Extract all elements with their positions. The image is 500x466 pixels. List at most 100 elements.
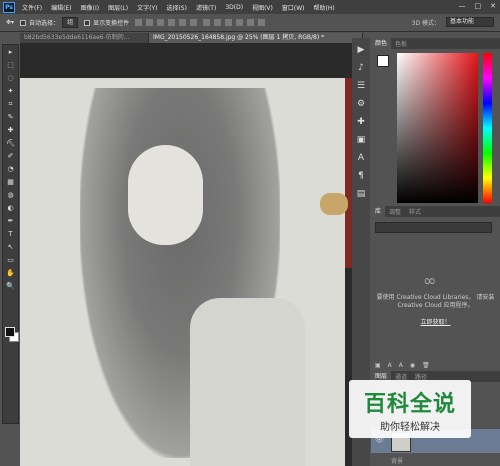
add-character-style-icon[interactable]: A	[388, 362, 392, 369]
hand-tool-icon[interactable]: ✋	[5, 268, 16, 279]
options-bar: ✥▾ 自动选择： 组 显示变换控件 3D 模式： 基本功能	[0, 14, 500, 32]
paragraph-icon[interactable]: ¶	[355, 170, 367, 182]
menu-view[interactable]: 视图(V)	[252, 3, 273, 12]
library-dropdown[interactable]	[375, 222, 492, 233]
canvas-area[interactable]	[20, 43, 363, 466]
healing-brush-tool-icon[interactable]: ✚	[5, 125, 16, 136]
move-tool-icon: ✥▾	[6, 19, 15, 26]
add-icon[interactable]: ✚	[355, 116, 367, 128]
dodge-tool-icon[interactable]: ◐	[5, 203, 16, 214]
sketch-face	[128, 145, 203, 245]
color-swatches[interactable]	[5, 327, 19, 342]
add-color-icon[interactable]: ◉	[410, 362, 415, 369]
show-transform-option[interactable]: 显示变换控件	[84, 18, 129, 27]
auto-select-option[interactable]: 自动选择： 组	[20, 17, 79, 28]
menu-select[interactable]: 选择(S)	[166, 3, 187, 12]
menu-window[interactable]: 窗口(W)	[282, 3, 305, 12]
history-brush-tool-icon[interactable]: ◔	[5, 164, 16, 175]
panel-foreground-swatch[interactable]	[377, 55, 389, 67]
add-text-icon[interactable]: A	[399, 362, 403, 369]
get-now-link[interactable]: 立即获取！	[375, 317, 496, 326]
align-center-icon[interactable]	[179, 19, 187, 26]
move-tool-preset[interactable]: ✥▾	[6, 19, 14, 26]
align-top-icon[interactable]	[135, 19, 143, 26]
menu-file[interactable]: 文件(F)	[22, 3, 42, 12]
align-left-icon[interactable]	[168, 19, 176, 26]
marquee-tool-icon[interactable]: ⬚	[5, 60, 16, 71]
menu-filter[interactable]: 滤镜(T)	[196, 3, 216, 12]
background-layer-label: 背景	[391, 458, 404, 465]
close-icon[interactable]: ✕	[490, 2, 496, 10]
photoshop-window: Ps 文件(F) 编辑(E) 图像(I) 图层(L) 文字(Y) 选择(S) 滤…	[0, 0, 500, 466]
watermark-logo: 百科全说 助你轻松解决	[349, 380, 471, 438]
menu-bar: Ps 文件(F) 编辑(E) 图像(I) 图层(L) 文字(Y) 选择(S) 滤…	[0, 0, 500, 14]
tab-swatches[interactable]: 色板	[391, 39, 411, 48]
photoshop-logo-icon: Ps	[3, 1, 15, 13]
settings-icon[interactable]: ⚙	[355, 98, 367, 110]
distribute-bottom-icon[interactable]	[225, 19, 233, 26]
auto-select-label: 自动选择：	[29, 20, 60, 27]
distribute-center-icon[interactable]	[247, 19, 255, 26]
minimize-icon[interactable]: —	[459, 2, 466, 10]
menu-help[interactable]: 帮助(H)	[314, 3, 335, 12]
eyedropper-tool-icon[interactable]: ✎	[5, 112, 16, 123]
type-tool-icon[interactable]: T	[5, 229, 16, 240]
distribute-middle-icon[interactable]	[214, 19, 222, 26]
libraries-message: 要使用 Creative Cloud Libraries， 请安装 Creati…	[376, 294, 495, 309]
eraser-tool-icon[interactable]: ▦	[5, 177, 16, 188]
color-panel: 颜色 色板	[371, 38, 500, 206]
watermark-subtitle: 助你轻松解决	[380, 422, 440, 433]
distribute-left-icon[interactable]	[236, 19, 244, 26]
tools-panel: ▸ ⬚ ◌ ✦ ⌗ ✎ ✚ ⛏ ✐ ◔ ▦ ◍ ◐ ✒ T ↖ ▭ ✋ 🔍	[2, 44, 19, 424]
brush-tool-icon[interactable]: ⛏	[5, 138, 16, 149]
auto-select-dropdown[interactable]: 组	[62, 17, 79, 28]
menu-3d[interactable]: 3D(D)	[225, 4, 243, 11]
crop-tool-icon[interactable]: ⌗	[5, 99, 16, 110]
color-picker-field[interactable]	[397, 53, 478, 203]
color-panel-tabs: 颜色 色板	[371, 38, 500, 49]
foreground-color-swatch[interactable]	[5, 327, 15, 337]
menu-layer[interactable]: 图层(L)	[108, 3, 128, 12]
align-right-icon[interactable]	[190, 19, 198, 26]
distribute-buttons	[203, 19, 266, 26]
watermark-title: 百科全说	[363, 392, 456, 417]
workspace-dropdown[interactable]: 基本功能	[446, 17, 494, 27]
move-tool-icon[interactable]: ▸	[5, 47, 16, 58]
magic-wand-tool-icon[interactable]: ✦	[5, 86, 16, 97]
menu-type[interactable]: 文字(Y)	[137, 3, 157, 12]
audio-icon[interactable]: ♪	[355, 62, 367, 74]
hue-slider[interactable]	[483, 53, 492, 203]
menu-image[interactable]: 图像(I)	[81, 3, 99, 12]
list-icon[interactable]: ☰	[355, 80, 367, 92]
auto-select-checkbox[interactable]	[20, 19, 27, 26]
play-icon[interactable]: ▶	[355, 44, 367, 56]
frame-icon[interactable]: ▣	[355, 134, 367, 146]
table-icon[interactable]: ▤	[355, 188, 367, 200]
path-selection-tool-icon[interactable]: ↖	[5, 242, 16, 253]
zoom-tool-icon[interactable]: 🔍	[5, 281, 16, 292]
gradient-tool-icon[interactable]: ◍	[5, 190, 16, 201]
pen-tool-icon[interactable]: ✒	[5, 216, 16, 227]
tab-document-1[interactable]: b82bd5633e5dde6116ae6-仿制的...	[20, 33, 149, 43]
distribute-right-icon[interactable]	[258, 19, 266, 26]
add-graphic-icon[interactable]: ▣	[375, 362, 381, 369]
character-icon[interactable]: A	[355, 152, 367, 164]
tab-document-2[interactable]: IMG_20150526_164858.jpg @ 25% (图层 1 拷贝, …	[149, 33, 363, 43]
tab-styles[interactable]: 样式	[405, 207, 425, 216]
maximize-icon[interactable]: □	[475, 2, 482, 10]
tab-libraries[interactable]: 库	[371, 206, 386, 217]
align-middle-icon[interactable]	[146, 19, 154, 26]
distribute-top-icon[interactable]	[203, 19, 211, 26]
clone-stamp-tool-icon[interactable]: ✐	[5, 151, 16, 162]
show-transform-checkbox[interactable]	[84, 19, 91, 26]
creative-cloud-icon: ∞	[423, 271, 437, 290]
align-buttons	[135, 19, 198, 26]
align-bottom-icon[interactable]	[157, 19, 165, 26]
menu-edit[interactable]: 编辑(E)	[51, 3, 71, 12]
lasso-tool-icon[interactable]: ◌	[5, 73, 16, 84]
rectangle-tool-icon[interactable]: ▭	[5, 255, 16, 266]
tab-adjustments[interactable]: 调整	[385, 207, 405, 216]
tab-color[interactable]: 颜色	[371, 38, 392, 49]
delete-icon[interactable]: 🗑	[422, 362, 430, 369]
sketch-body	[190, 298, 305, 466]
